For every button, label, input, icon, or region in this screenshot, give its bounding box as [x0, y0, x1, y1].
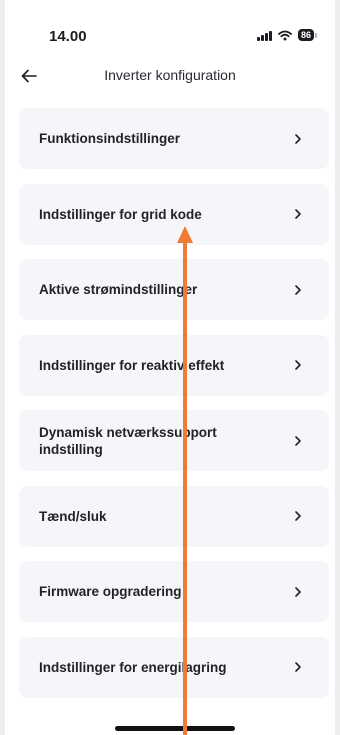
- menu-item-label: Dynamisk netværkssupport indstilling: [39, 424, 217, 457]
- menu-item-taend-sluk[interactable]: Tænd/sluk: [19, 485, 329, 547]
- phone-screen: 14.00 86 Inverter konfiguration Funktion…: [5, 0, 335, 735]
- chevron-right-icon: [295, 133, 301, 144]
- menu-item-aktive-stroemindstillinger[interactable]: Aktive strømindstillinger: [19, 259, 329, 320]
- menu-item-dynamisk-netvaerkssupport[interactable]: Dynamisk netværkssupport indstilling: [19, 410, 329, 471]
- chevron-right-icon: [295, 586, 301, 597]
- menu-item-label: Firmware opgradering: [39, 584, 182, 599]
- menu-item-grid-kode[interactable]: Indstillinger for grid kode: [19, 183, 329, 245]
- menu-item-label: Indstillinger for energilagring: [39, 659, 227, 675]
- chevron-right-icon: [295, 209, 301, 219]
- chevron-right-icon: [295, 511, 301, 521]
- menu-item-firmware-opgradering[interactable]: Firmware opgradering: [19, 561, 329, 622]
- home-indicator[interactable]: [115, 726, 235, 731]
- chevron-right-icon: [295, 662, 301, 672]
- status-bar: 14.00 86: [5, 0, 335, 56]
- page-title: Inverter konfiguration: [104, 67, 236, 83]
- battery-icon: 86: [297, 29, 317, 41]
- signal-icon: [256, 30, 272, 41]
- menu-item-funktionsindstillinger[interactable]: Funktionsindstillinger: [19, 108, 329, 169]
- status-icons: 86: [256, 29, 317, 41]
- battery-level: 86: [297, 29, 314, 41]
- settings-menu: Funktionsindstillinger Indstillinger for…: [19, 108, 329, 712]
- menu-item-reaktiv-effekt[interactable]: Indstillinger for reaktiv effekt: [19, 334, 329, 396]
- menu-item-label: Indstillinger for grid kode: [39, 206, 202, 222]
- chevron-right-icon: [295, 435, 301, 446]
- chevron-right-icon: [295, 284, 301, 295]
- menu-item-label: Aktive strømindstillinger: [39, 282, 198, 297]
- chevron-right-icon: [295, 360, 301, 370]
- wifi-icon: [278, 30, 292, 41]
- menu-item-label: Tænd/sluk: [39, 508, 107, 524]
- header: Inverter konfiguration: [5, 60, 335, 90]
- menu-item-label: Indstillinger for reaktiv effekt: [39, 357, 225, 373]
- menu-item-energilagring[interactable]: Indstillinger for energilagring: [19, 636, 329, 698]
- status-time: 14.00: [49, 28, 87, 45]
- menu-item-label: Funktionsindstillinger: [39, 131, 180, 146]
